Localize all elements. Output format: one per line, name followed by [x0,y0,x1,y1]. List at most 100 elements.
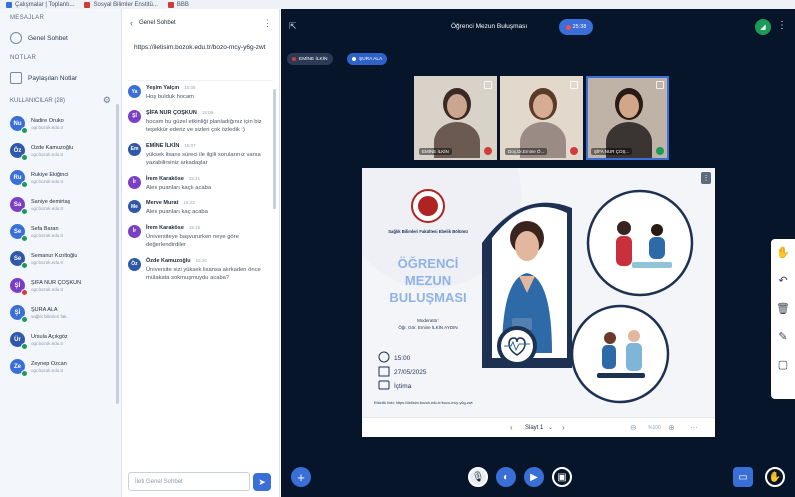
send-button[interactable]: ➤ [253,473,271,491]
slide-canvas: Sağlık Bilimleri Fakültesi Ebelik Bölümü… [362,168,715,437]
mic-status-icon [21,235,28,242]
fullscreen-icon[interactable] [570,81,578,89]
user-text: Nadire Oruko ogr.bozok.edu.tr [31,118,64,130]
user-subtitle: ogr.bozok.edu.tr [31,178,64,184]
camera-icon: ▶ [530,471,538,483]
undo-icon[interactable]: ↶ [776,273,790,287]
user-list-item[interactable]: Ze Zeynep Özcan ogr.bozok.edu.tr [0,353,121,380]
avatar: Ru [10,170,28,188]
chat-title: Genel Sohbet [139,20,176,26]
talker-name: EMİNE İLKİN [299,56,328,62]
user-list-item[interactable]: Şİ ŞİFA NUR ÇOŞKUN ogr.bozok.edu.tr [0,272,121,299]
meeting-top-bar: ⇱ Öğrenci Mezun Buluşması 25:38 ◢ ⋮ [281,9,795,45]
user-list-item[interactable]: Şİ ŞURA ALA sağlık bilimleri fak. [0,299,121,326]
zoom-out-icon[interactable]: ⊖ [630,423,637,432]
avatar: Öz [128,257,141,271]
more-vertical-icon[interactable]: ⋮ [263,18,272,29]
chevron-left-icon[interactable]: ‹ [130,18,133,28]
recording-timer[interactable]: 25:38 [559,19,593,35]
actions-plus-button[interactable]: + [291,467,311,487]
mic-icon [292,57,296,61]
user-subtitle: ogr.bozok.edu.tr [31,259,64,265]
chat-message: İr İrem Karaköse 15:25 Üniversiteye başvuru… [128,224,273,250]
event-time: 15:00 [394,355,411,362]
message-time: 15:26 [195,257,207,263]
presentation-area: ⇱ Öğrenci Mezun Buluşması 25:38 ◢ ⋮ EMİN… [281,9,795,497]
hand-raise-icon: ✋ [768,471,782,483]
avatar: İr [128,224,141,238]
message-text: Hoş bulduk hocam [146,94,195,100]
browser-tab[interactable]: BBB [167,1,189,8]
chat-message: Öz Özde Kamuzoğlu 15:26 Üniversite sizi yük… [128,257,273,283]
options-menu-icon[interactable]: ⋮ [777,20,787,31]
message-time: 15:25 [188,224,201,230]
user-text: Ürsula Açıkgöz ogr.bozok.edu.tr [31,334,68,346]
camera-button[interactable]: ▶ [524,467,544,487]
video-tile[interactable]: EMİNE İLKİN [414,76,497,160]
avatar-initials: Ya [131,88,138,95]
connection-status-icon[interactable]: ◢ [755,19,771,35]
screen-share-button[interactable]: ▣ [552,467,572,487]
user-text: ŞİFA NUR ÇOŞKUN ogr.bozok.edu.tr [31,280,81,292]
message-body: EMİNE İLKİN 15:07 yüksek lisans süreci ile… [146,143,264,168]
chevron-left-icon[interactable]: ‹ [510,423,513,432]
zoom-in-icon[interactable]: ⊕ [668,423,675,432]
avatar-initials: Se [13,255,22,262]
reactions-button[interactable]: ✋ [765,467,785,487]
presentation-icon: ▭ [738,471,748,483]
chat-panel: ‹ Genel Sohbet ⋮ https://iletisim.bozok.… [122,9,280,497]
talking-indicator: EMİNE İLKİN [287,53,333,65]
message-time: 15:21 [188,175,201,181]
user-list-item[interactable]: Öz Özde Kamuzoğlu ogr.bozok.edu.tr [0,137,121,164]
fullscreen-icon[interactable] [484,81,492,89]
user-text: Özde Kamuzoğlu ogr.bozok.edu.tr [31,145,73,157]
message-body: İrem Karaköse 15:21 Ales puanları kaçtı ac… [146,176,264,193]
notes-icon [10,72,22,84]
message-text: Ales puanları kaçtı acaba [146,184,212,191]
chevron-right-icon[interactable]: › [562,423,565,432]
user-list-item[interactable]: Ür Ürsula Açıkgöz ogr.bozok.edu.tr [0,326,121,353]
leave-icon[interactable]: ⇱ [289,21,297,32]
message-meta: İrem Karaköse 15:21 [146,176,264,182]
video-name-label: EMİNE İLKİN [419,148,452,155]
chevron-down-icon[interactable]: ⌄ [548,424,553,431]
trash-icon[interactable]: 🗑 [776,301,790,315]
avatar: Ze [10,359,28,377]
hand-tool-icon[interactable]: ✋ [776,245,790,259]
pinned-message[interactable]: https://iletisim.bozok.edu.tr/bozo-mcy-y… [128,37,273,81]
avatar-initials: Ru [13,174,22,181]
fullscreen-icon[interactable] [656,81,664,89]
whiteboard-icon[interactable]: ▢ [776,357,790,371]
user-list-item[interactable]: Sa Saniye demirtaş ogr.bozok.edu.tr [0,191,121,218]
browser-tab[interactable]: Çalışmalar | Toplantı... [6,1,74,8]
user-list-item[interactable]: Se Sefa Baran ogr.bozok.edu.tr [0,218,121,245]
video-tile[interactable]: ŞİFA NUR ÇOŞ... [586,76,669,160]
mic-icon [352,57,356,61]
user-text: Zeynep Özcan ogr.bozok.edu.tr [31,361,67,373]
shared-notes-item[interactable]: Paylaşılan Notlar [0,67,121,89]
video-name-label: Doç.Dr.Emine Ö... [505,148,548,155]
presentation-toggle-button[interactable]: ▭ [733,467,753,487]
pen-icon[interactable]: ✎ [776,329,790,343]
message-author: Yeşim Yalçın [146,85,180,91]
message-meta: ŞİFA NUR ÇOŞKUN 15:06 [146,110,264,116]
user-name: Nadire Oruko [31,117,64,124]
public-chat-item[interactable]: Genel Sohbet [0,27,121,49]
faculty-logo-text: Sağlık Bilimleri Fakültesi Ebelik Bölümü [388,229,468,234]
user-list-item[interactable]: Ru Rukiye Ekiğinci ogr.bozok.edu.tr [0,164,121,191]
slide-title-line: MEZUN [405,273,451,288]
video-tile[interactable]: Doç.Dr.Emine Ö... [500,76,583,160]
audio-button[interactable]: ◐ [496,467,516,487]
slide-options-icon[interactable]: ⋮ [701,172,711,184]
browser-tab[interactable]: Sosyal Bilimler Enstitü... [84,1,158,8]
slide-selector[interactable]: Slayt 1 [525,425,543,431]
user-list-item[interactable]: Nu Nadire Oruko ogr.bozok.edu.tr [0,110,121,137]
chat-message-input[interactable]: İleti Genel Sohbet [128,472,250,491]
sidebar-scrollbar[interactable] [116,104,119,404]
chat-bubble-icon [10,32,22,44]
chat-scrollbar[interactable] [273,89,276,209]
gear-icon[interactable]: ⚙ [103,95,111,106]
mute-button[interactable]: 🎙 [468,467,488,487]
user-list-item[interactable]: Se Semanur Kızıltoğlu ogr.bozok.edu.tr [0,245,121,272]
more-horizontal-icon[interactable]: ⋯ [690,423,698,432]
